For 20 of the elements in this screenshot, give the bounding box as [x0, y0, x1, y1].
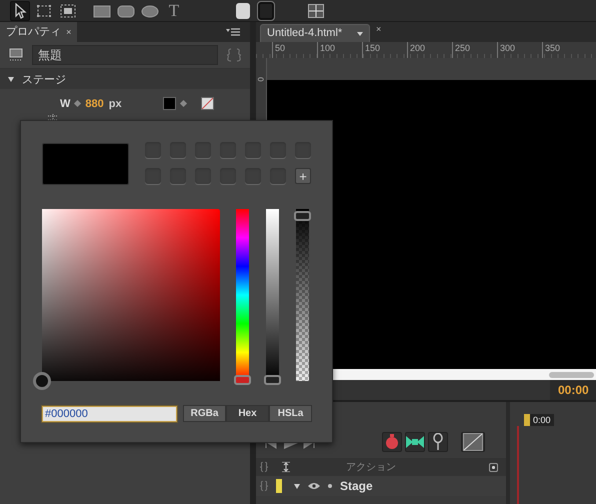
actions-label: アクション — [346, 461, 396, 474]
color-mode-tab[interactable]: RGBa — [183, 405, 226, 422]
width-value[interactable]: 880 — [85, 98, 104, 110]
text-tool[interactable]: T — [164, 0, 184, 20]
timecode: 00:00 — [550, 380, 596, 400]
add-swatch-button[interactable]: + — [295, 168, 311, 184]
playhead-label[interactable]: 0:00 — [524, 414, 554, 426]
section-title: ステージ — [22, 72, 66, 86]
section-header[interactable]: ステージ — [0, 69, 250, 89]
hex-input-field[interactable]: #000000 — [42, 406, 177, 422]
element-name: Stage — [340, 479, 373, 493]
close-icon[interactable]: × — [376, 24, 382, 34]
unit-label: px — [108, 98, 122, 110]
ruler-label: 0 — [256, 76, 266, 82]
properties-tab[interactable]: プロパティ × — [0, 22, 78, 42]
color-mode-tab[interactable]: Hex — [226, 405, 269, 422]
width-label: W — [60, 98, 70, 110]
name-field[interactable]: 無題 — [32, 45, 218, 65]
color-mode-tab[interactable]: HSLa — [269, 405, 312, 422]
document-tab[interactable]: Untitled-4.html* — [260, 24, 370, 42]
